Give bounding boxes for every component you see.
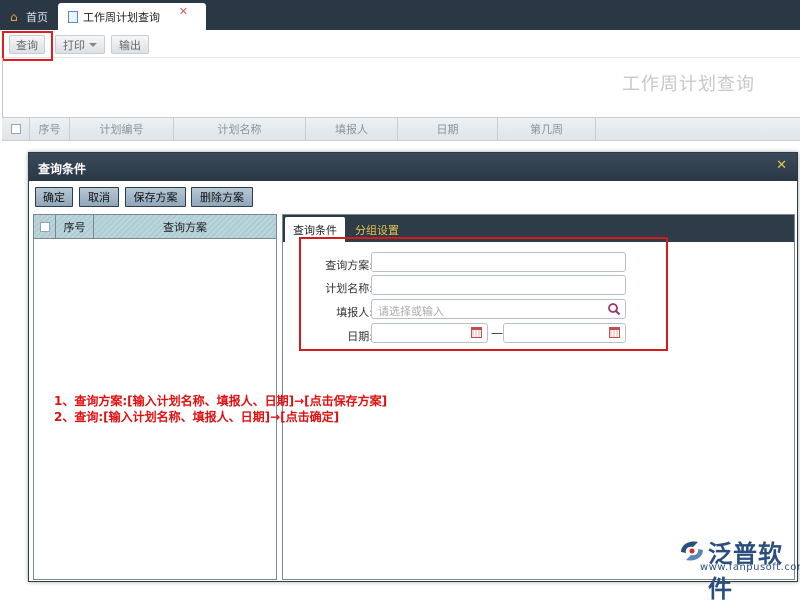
top-tab-bar: ⌂ 首页 工作周计划查询 ✕ [0, 0, 800, 30]
grid-col-date[interactable]: 日期 [398, 118, 498, 140]
delete-scheme-button[interactable]: 删除方案 [191, 187, 253, 207]
print-button-label: 打印 [63, 38, 85, 52]
export-button[interactable]: 输出 [111, 35, 149, 54]
form-highlight [299, 237, 668, 351]
logo-mark-icon [681, 541, 703, 561]
instruction-note-1: 1、查询方案:[输入计划名称、填报人、日期]→[点击保存方案] [54, 394, 388, 408]
page-title: 工作周计划查询 [622, 74, 755, 95]
query-conditions-dialog: 查询条件 ✕ 确定 取消 保存方案 删除方案 序号 查询方案 查询条件 分组设置… [28, 152, 798, 582]
print-button[interactable]: 打印 [55, 35, 105, 54]
grid-select-all[interactable] [2, 118, 30, 140]
grid-col-plan-number[interactable]: 计划编号 [70, 118, 174, 140]
chevron-down-icon [89, 42, 97, 47]
scheme-select-all[interactable] [34, 215, 56, 238]
cancel-button[interactable]: 取消 [79, 187, 119, 207]
tab-current-label: 工作周计划查询 [83, 10, 160, 24]
grid-header: 序号 计划编号 计划名称 填报人 日期 第几周 [2, 117, 800, 141]
checkbox-icon[interactable] [10, 124, 21, 134]
checkbox-icon[interactable] [39, 221, 50, 232]
toolbar: 查询 打印 输出 [0, 30, 800, 58]
brand-logo: 泛普软件 www.fanpusoft.com [676, 534, 800, 603]
save-scheme-button[interactable]: 保存方案 [125, 187, 186, 207]
grid-col-week[interactable]: 第几周 [498, 118, 596, 140]
dialog-title: 查询条件 [38, 162, 87, 176]
grid-col-index[interactable]: 序号 [30, 118, 70, 140]
confirm-button[interactable]: 确定 [35, 187, 73, 207]
left-divider [2, 58, 3, 122]
tab-weekly-plan-query[interactable]: 工作周计划查询 ✕ [58, 3, 206, 30]
query-button-highlight [2, 31, 53, 61]
dialog-toolbar: 确定 取消 保存方案 删除方案 [29, 181, 797, 211]
scheme-list-header: 序号 查询方案 [34, 215, 276, 239]
scheme-col-name[interactable]: 查询方案 [94, 215, 276, 238]
tab-home-label: 首页 [26, 10, 48, 24]
document-icon [68, 10, 78, 23]
instruction-note-2: 2、查询:[输入计划名称、填报人、日期]→[点击确定] [54, 410, 340, 424]
home-icon: ⌂ [10, 9, 18, 24]
grid-col-plan-name[interactable]: 计划名称 [174, 118, 306, 140]
tab-home[interactable]: ⌂ 首页 [4, 3, 56, 30]
close-tab-icon[interactable]: ✕ [179, 5, 188, 18]
scheme-col-index[interactable]: 序号 [56, 215, 94, 238]
grid-col-reporter[interactable]: 填报人 [306, 118, 398, 140]
dialog-header: 查询条件 ✕ [29, 153, 797, 181]
logo-url: www.fanpusoft.com [700, 562, 800, 573]
close-icon[interactable]: ✕ [776, 159, 787, 172]
